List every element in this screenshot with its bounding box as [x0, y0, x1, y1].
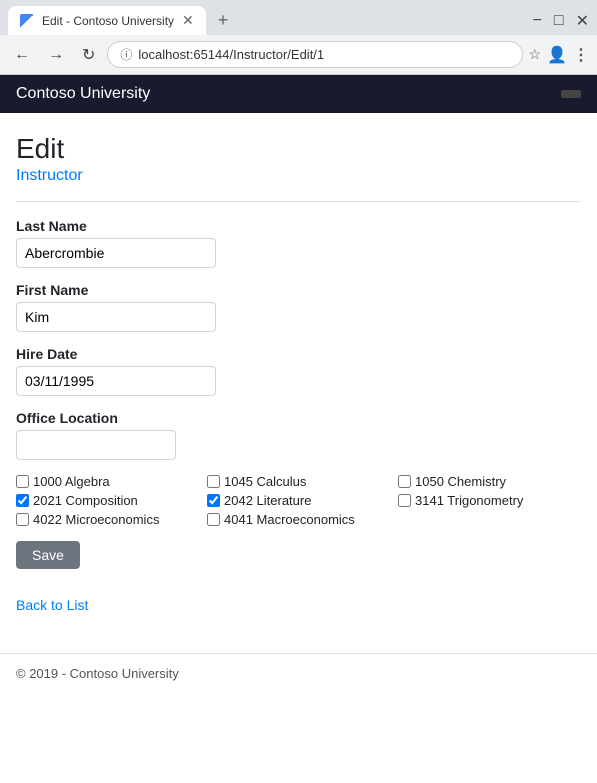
app-navbar: Contoso University [0, 75, 597, 113]
browser-tab[interactable]: Edit - Contoso University ✕ [8, 6, 206, 35]
close-icon[interactable]: ✕ [576, 11, 589, 31]
course-checkbox-4041[interactable] [207, 513, 220, 526]
course-checkbox-1000[interactable] [16, 475, 29, 488]
hire-date-group: Hire Date [16, 346, 581, 396]
back-button[interactable]: ← [8, 44, 36, 66]
footer-text: © 2019 - Contoso University [16, 666, 179, 681]
tab-close-icon[interactable]: ✕ [182, 12, 194, 29]
course-checkbox-3141[interactable] [398, 494, 411, 507]
course-item: 4041 Macroeconomics [207, 512, 390, 527]
browser-titlebar: Edit - Contoso University ✕ + − □ ✕ [0, 0, 597, 35]
tab-favicon [20, 14, 34, 28]
save-button[interactable]: Save [16, 541, 80, 569]
course-label-4041: 4041 Macroeconomics [224, 512, 355, 527]
course-checkbox-4022[interactable] [16, 513, 29, 526]
office-location-label: Office Location [16, 410, 581, 426]
address-bar[interactable]: ⓘ localhost:65144/Instructor/Edit/1 [107, 41, 522, 68]
divider [16, 201, 581, 202]
window-controls: − □ ✕ [533, 11, 589, 31]
browser-chrome: Edit - Contoso University ✕ + − □ ✕ ← → … [0, 0, 597, 75]
url-display: localhost:65144/Instructor/Edit/1 [138, 47, 509, 62]
last-name-group: Last Name [16, 218, 581, 268]
hire-date-input[interactable] [16, 366, 216, 396]
menu-icon[interactable]: ⋮ [573, 45, 589, 65]
course-label-4022: 4022 Microeconomics [33, 512, 159, 527]
profile-icon[interactable]: 👤 [547, 45, 567, 65]
nav-button[interactable] [561, 90, 581, 98]
reload-button[interactable]: ↻ [76, 43, 101, 67]
course-label-3141: 3141 Trigonometry [415, 493, 523, 508]
course-item: 2042 Literature [207, 493, 390, 508]
course-label-2021: 2021 Composition [33, 493, 138, 508]
course-checkbox-1045[interactable] [207, 475, 220, 488]
office-location-input[interactable] [16, 430, 176, 460]
course-item: 1050 Chemistry [398, 474, 581, 489]
footer: © 2019 - Contoso University [0, 653, 597, 693]
minimize-icon[interactable]: − [533, 12, 542, 30]
first-name-input[interactable] [16, 302, 216, 332]
course-checkbox-2042[interactable] [207, 494, 220, 507]
course-item: 1045 Calculus [207, 474, 390, 489]
first-name-group: First Name [16, 282, 581, 332]
browser-toolbar: ← → ↻ ⓘ localhost:65144/Instructor/Edit/… [0, 35, 597, 74]
tab-title: Edit - Contoso University [42, 14, 174, 28]
course-item: 1000 Algebra [16, 474, 199, 489]
course-item: 4022 Microeconomics [16, 512, 199, 527]
forward-button[interactable]: → [42, 44, 70, 66]
page-title: Edit [16, 133, 581, 165]
course-item: 3141 Trigonometry [398, 493, 581, 508]
course-label-1050: 1050 Chemistry [415, 474, 506, 489]
office-location-group: Office Location [16, 410, 581, 460]
bookmark-icon[interactable]: ☆ [529, 46, 542, 63]
first-name-label: First Name [16, 282, 581, 298]
course-label-1045: 1045 Calculus [224, 474, 306, 489]
course-checkbox-1050[interactable] [398, 475, 411, 488]
back-to-list-link[interactable]: Back to List [16, 597, 581, 613]
page-subtitle: Instructor [16, 167, 581, 185]
course-label-2042: 2042 Literature [224, 493, 311, 508]
course-checkbox-2021[interactable] [16, 494, 29, 507]
new-tab-button[interactable]: + [210, 6, 237, 35]
course-item: 2021 Composition [16, 493, 199, 508]
main-content: Edit Instructor Last Name First Name Hir… [0, 113, 597, 653]
maximize-icon[interactable]: □ [554, 12, 564, 30]
hire-date-label: Hire Date [16, 346, 581, 362]
last-name-label: Last Name [16, 218, 581, 234]
course-label-1000: 1000 Algebra [33, 474, 110, 489]
lock-icon: ⓘ [120, 46, 132, 63]
last-name-input[interactable] [16, 238, 216, 268]
app-title: Contoso University [16, 85, 150, 103]
courses-grid: 1000 Algebra 1045 Calculus 1050 Chemistry 2… [16, 474, 581, 527]
